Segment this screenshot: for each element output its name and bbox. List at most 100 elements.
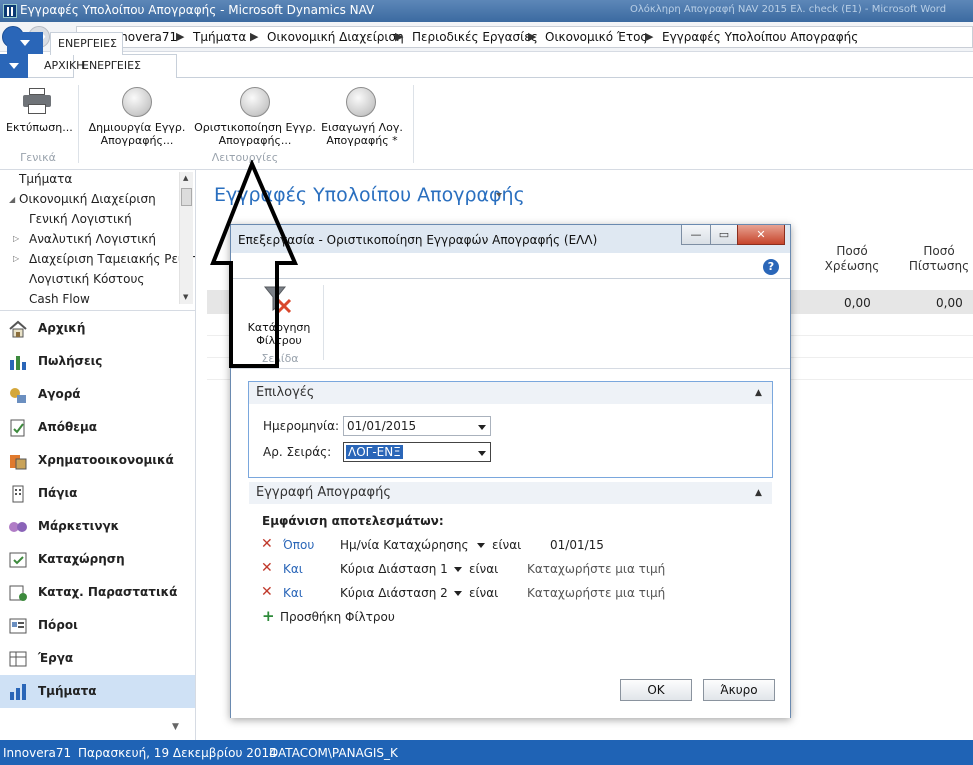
filter-value[interactable]: Καταχωρήστε μια τιμή (527, 586, 665, 600)
chevron-up-icon[interactable]: ▲ (755, 488, 762, 498)
dialog-menu-button[interactable] (7, 32, 43, 54)
tab-actions[interactable]: ΕΝΕΡΓΕΙΕΣ (82, 59, 141, 72)
nav-item-projects[interactable]: Έργα (0, 642, 195, 675)
scroll-down-icon[interactable]: ▼ (183, 293, 188, 301)
breadcrumb-separator-icon[interactable]: ▶ (395, 30, 403, 43)
breadcrumb-item[interactable]: Οικονομική Διαχείριση (267, 30, 404, 44)
tree-item-analytic-accounting[interactable]: Αναλυτική Λογιστική (29, 232, 156, 246)
filter-field-dropdown-icon[interactable] (454, 591, 462, 596)
finalize-entries-icon[interactable] (240, 87, 270, 117)
breadcrumb-separator-icon[interactable]: ▶ (645, 30, 653, 43)
options-fasttab-header[interactable] (249, 382, 772, 404)
minimize-icon: — (690, 228, 702, 241)
import-accounts-icon[interactable] (346, 87, 376, 117)
chevron-up-icon[interactable]: ▲ (755, 388, 762, 398)
date-label: Ημερομηνία: (263, 419, 340, 433)
breadcrumb-item[interactable]: Περιοδικές Εργασίες (412, 30, 538, 44)
entries-header[interactable]: Εγγραφή Απογραφής (256, 485, 391, 500)
print-button[interactable]: Εκτύπωση... (6, 121, 73, 134)
dialog-tab-actions[interactable]: ΕΝΕΡΓΕΙΕΣ (58, 37, 117, 50)
nav-item-home[interactable]: Αρχική (0, 312, 195, 345)
breadcrumb-item[interactable]: Τμήματα (193, 30, 246, 44)
filter-field[interactable]: Κύρια Διάσταση 1 (340, 562, 448, 576)
status-bar: Innovera71 Παρασκευή, 19 Δεκεμβρίου 2014… (0, 740, 973, 765)
breadcrumb: Innovera71 ▶ Τμήματα ▶ Οικονομική Διαχεί… (76, 26, 973, 48)
posted-documents-icon (9, 585, 27, 601)
filter-field-dropdown-icon[interactable] (454, 567, 462, 572)
series-no-field[interactable]: ΛΟΓ-ΕΝΞ (343, 442, 491, 462)
remove-filter-icon[interactable]: ✕ (261, 560, 273, 576)
debit-amount-value: 0,00 (844, 296, 871, 310)
navigation-tree: Τμήματα ◢ Οικονομική Διαχείριση Γενική Λ… (0, 170, 200, 310)
projects-grid-icon (9, 651, 27, 667)
expand-arrow-icon[interactable]: ▷ (13, 254, 19, 263)
remove-filter-icon[interactable]: ✕ (261, 536, 273, 552)
finalize-entries-button[interactable]: Οριστικοποίηση Εγγρ. Απογραφής... (190, 121, 320, 147)
close-button[interactable]: ✕ (737, 225, 785, 245)
options-header[interactable]: Επιλογές (256, 385, 314, 400)
column-header-debit-amount[interactable]: Ποσό Χρέωσης (820, 244, 884, 274)
minimize-button[interactable]: — (681, 225, 711, 245)
import-accounts-button[interactable]: Εισαγωγή Λογ. Απογραφής * (316, 121, 408, 147)
status-company: Innovera71 (3, 746, 72, 760)
tree-item-general-ledger[interactable]: Γενική Λογιστική (29, 212, 132, 226)
nav-app-icon (3, 4, 17, 18)
filter-field[interactable]: Κύρια Διάσταση 2 (340, 586, 448, 600)
tab-home[interactable]: ΑΡΧΙΚΗ (44, 59, 84, 72)
create-entries-button[interactable]: Δημιουργία Εγγρ. Απογραφής... (84, 121, 190, 147)
create-entries-icon[interactable] (122, 87, 152, 117)
breadcrumb-item[interactable]: Οικονομικό Έτος (545, 30, 647, 44)
add-filter-icon[interactable]: + (262, 607, 275, 625)
breadcrumb-separator-icon[interactable]: ▶ (528, 30, 536, 43)
nav-item-posted-documents[interactable]: Καταχ. Παραστατικά (0, 576, 195, 609)
series-dropdown-icon[interactable] (478, 451, 486, 456)
tree-item-cash-flow[interactable]: Cash Flow (29, 292, 90, 306)
help-icon[interactable]: ? (763, 259, 779, 275)
expand-arrow-icon[interactable]: ▷ (13, 234, 19, 243)
tree-item-cash-management[interactable]: Διαχείριση Ταμειακής Ρευστ (29, 252, 200, 266)
cancel-button[interactable]: Άκυρο (703, 679, 775, 701)
application-menu-button[interactable] (0, 54, 28, 78)
date-field[interactable]: 01/01/2015 (343, 416, 491, 436)
purchase-icon (10, 388, 26, 403)
nav-item-departments[interactable]: Τμήματα (0, 675, 195, 708)
filter-value[interactable]: Καταχωρήστε μια τιμή (527, 562, 665, 576)
tree-item-cost-accounting[interactable]: Λογιστική Κόστους (29, 272, 144, 286)
breadcrumb-separator-icon[interactable]: ▶ (250, 30, 258, 43)
filter-conjunction[interactable]: Και (283, 562, 303, 576)
breadcrumb-item[interactable]: Εγγραφές Υπολοίπου Απογραφής (662, 30, 858, 44)
nav-pane-options-icon[interactable]: ▼ (172, 722, 179, 732)
filter-conjunction[interactable]: Όπου (283, 538, 314, 552)
filter-field-dropdown-icon[interactable] (477, 543, 485, 548)
page-title-dropdown-icon[interactable] (496, 193, 502, 197)
building-icon (12, 485, 24, 503)
nav-item-sales[interactable]: Πωλήσεις (0, 345, 195, 378)
house-icon (9, 320, 27, 338)
date-dropdown-icon[interactable] (478, 425, 486, 430)
nav-item-fixed-assets[interactable]: Πάγια (0, 477, 195, 510)
nav-item-resources[interactable]: Πόροι (0, 609, 195, 642)
nav-item-posting[interactable]: Καταχώρηση (0, 543, 195, 576)
nav-item-finance[interactable]: Χρηματοοικονομικά (0, 444, 195, 477)
ok-button[interactable]: OK (620, 679, 692, 701)
scroll-thumb[interactable] (181, 188, 192, 206)
collapse-arrow-icon[interactable]: ◢ (9, 195, 15, 204)
add-filter-link[interactable]: Προσθήκη Φίλτρου (280, 610, 395, 624)
breadcrumb-separator-icon[interactable]: ▶ (176, 30, 184, 43)
printer-icon[interactable] (23, 88, 51, 114)
scroll-up-icon[interactable]: ▲ (183, 174, 188, 182)
filter-field[interactable]: Ημ/νία Καταχώρησης (340, 538, 469, 552)
remove-filter-icon[interactable]: ✕ (261, 584, 273, 600)
column-header-credit-amount[interactable]: Ποσό Πίστωσης (905, 244, 973, 274)
ribbon-group-general: Γενικά (20, 151, 56, 164)
tree-item-financial-management[interactable]: Οικονομική Διαχείριση (19, 192, 156, 206)
nav-item-inventory[interactable]: Απόθεμα (0, 411, 195, 444)
filter-conjunction[interactable]: Και (283, 586, 303, 600)
tree-item-departments[interactable]: Τμήματα (19, 172, 72, 186)
marketing-people-icon (9, 522, 27, 532)
tree-scrollbar[interactable]: ▲ ▼ (179, 172, 193, 304)
filter-value[interactable]: 01/01/15 (550, 538, 604, 552)
nav-item-marketing[interactable]: Μάρκετινγκ (0, 510, 195, 543)
maximize-button[interactable]: ▭ (710, 225, 738, 245)
nav-item-purchase[interactable]: Αγορά (0, 378, 195, 411)
